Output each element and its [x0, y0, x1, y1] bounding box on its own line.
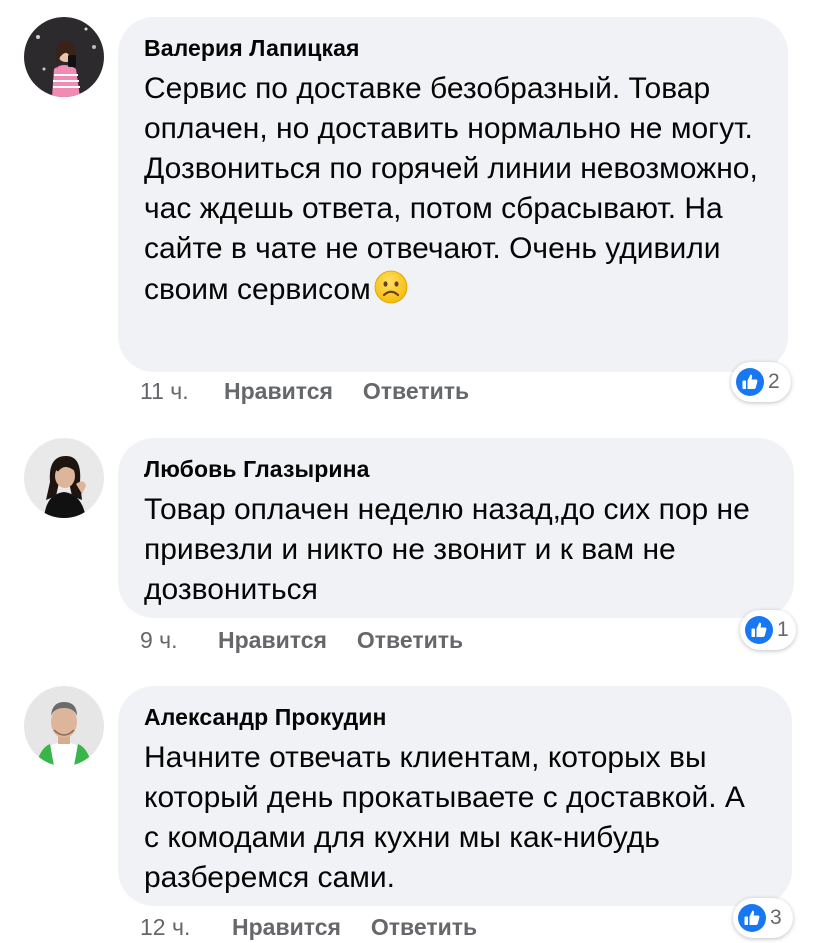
reaction-summary[interactable]: 2: [731, 362, 791, 402]
comment-actions: 11 ч. Нравится Ответить: [140, 375, 499, 407]
frowning-face-emoji: [374, 270, 408, 304]
like-icon: [745, 616, 773, 644]
like-button[interactable]: Нравится: [218, 624, 327, 656]
comment-actions: 12 ч. Нравится Ответить: [140, 911, 507, 943]
comment-text: Начните отвечать клиентам, которых вы ко…: [144, 741, 745, 894]
comment-author[interactable]: Валерия Лапицкая: [144, 33, 764, 63]
comment-bubble: Александр Прокудин Начните отвечать клие…: [118, 686, 792, 906]
reply-button[interactable]: Ответить: [363, 375, 469, 407]
reply-button[interactable]: Ответить: [357, 624, 463, 656]
reaction-summary[interactable]: 3: [733, 898, 793, 938]
comment-text: Сервис по доставке безобразный. Товар оп…: [144, 72, 758, 306]
like-button[interactable]: Нравится: [224, 375, 333, 407]
avatar[interactable]: [24, 438, 104, 518]
avatar[interactable]: [24, 17, 104, 97]
comment-timestamp[interactable]: 12 ч.: [140, 911, 232, 943]
avatar[interactable]: [24, 686, 104, 766]
reaction-count: 1: [777, 618, 789, 641]
reply-button[interactable]: Ответить: [371, 911, 477, 943]
comment-timestamp[interactable]: 11 ч.: [140, 375, 224, 407]
comment-author[interactable]: Любовь Глазырина: [144, 454, 770, 484]
reaction-count: 3: [770, 906, 782, 929]
comment-bubble: Валерия Лапицкая Сервис по доставке безо…: [118, 17, 788, 372]
comment-timestamp[interactable]: 9 ч.: [140, 624, 218, 656]
comment-bubble: Любовь Глазырина Товар оплачен неделю на…: [118, 438, 794, 618]
reaction-count: 2: [768, 370, 780, 393]
comment-text: Товар оплачен неделю назад,до сих пор не…: [144, 493, 750, 606]
reaction-summary[interactable]: 1: [740, 610, 796, 650]
like-icon: [738, 904, 766, 932]
like-icon: [736, 368, 764, 396]
like-button[interactable]: Нравится: [232, 911, 341, 943]
comment-actions: 9 ч. Нравится Ответить: [140, 624, 493, 656]
comment-author[interactable]: Александр Прокудин: [144, 702, 768, 732]
